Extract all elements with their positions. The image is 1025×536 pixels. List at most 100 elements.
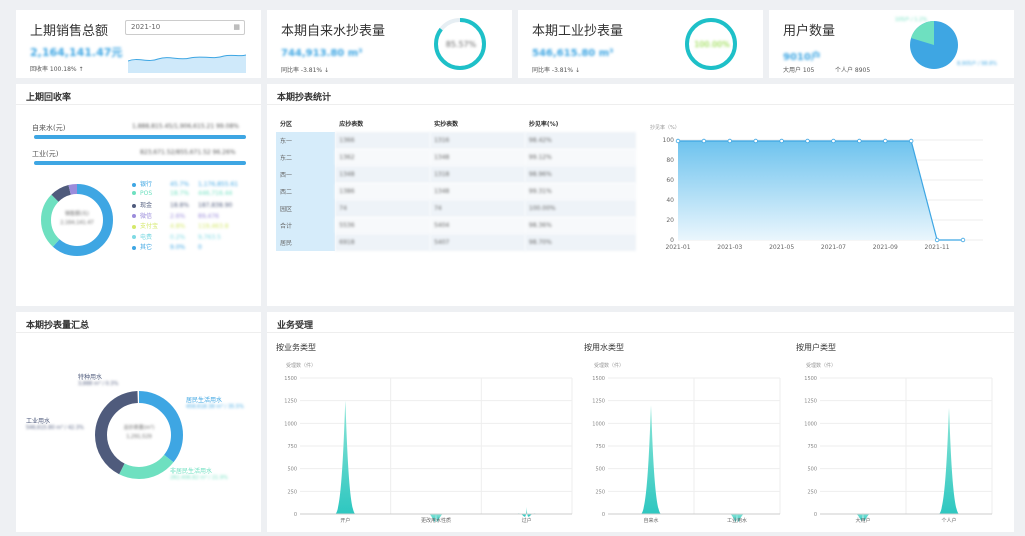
y-tick-label: 40 <box>666 197 674 204</box>
legend-item[interactable]: 现金 18.8% 187,838.90 <box>132 200 252 210</box>
area-peak[interactable] <box>335 400 356 514</box>
table-cell: 74 <box>430 200 525 217</box>
table-cell: 东一 <box>276 132 336 149</box>
y-tick-label: 1250 <box>804 399 817 405</box>
area-peak[interactable] <box>516 506 537 517</box>
legend-pct: 45.7% <box>170 181 190 188</box>
table-cell: 5404 <box>430 217 525 234</box>
y-tick-label: 0 <box>602 512 605 518</box>
table-cell: 98.96% <box>524 166 636 183</box>
business-chart-ylabel: 受理数（件） <box>806 363 837 369</box>
y-tick-label: 250 <box>807 489 817 495</box>
y-tick-label: 80 <box>666 157 674 164</box>
legend-item[interactable]: 微信 2.6% 89,476 <box>132 211 252 221</box>
x-tick-label: 2021-07 <box>821 244 846 251</box>
table-cell: 1348 <box>430 149 525 166</box>
legend-item[interactable]: 支付宝 4.8% 119,463.8 <box>132 221 252 231</box>
table-row[interactable]: 西一 1348 1318 98.96% <box>276 166 636 183</box>
month-picker-value: 2021-10 <box>131 23 161 31</box>
legend-item[interactable]: POS 18.7% 446,716.44 <box>132 190 252 200</box>
y-tick-label: 500 <box>287 467 297 473</box>
data-point[interactable] <box>701 138 707 144</box>
month-picker[interactable]: 2021-10 ▦ <box>125 20 245 35</box>
table-row[interactable]: 居民 6918 5407 98.70% <box>276 234 636 251</box>
recovery-title: 上期回收率 <box>26 93 72 103</box>
table-cell: 西二 <box>276 183 336 200</box>
kpi-users-value: 9010户 <box>783 52 821 63</box>
data-point[interactable] <box>805 138 810 144</box>
col-header: 分区 <box>280 120 293 128</box>
legend-dot <box>132 214 136 218</box>
kpi-industry-title: 本期工业抄表量 <box>532 24 624 39</box>
data-point[interactable] <box>675 138 681 144</box>
legend-name: 支付宝 <box>140 223 159 230</box>
legend-name: 现金 <box>140 202 153 209</box>
x-tick-label: 2021-01 <box>665 244 690 251</box>
summary-label: 特种用水 3,888 m³ / 0.3% <box>78 372 118 387</box>
y-tick-label: 1250 <box>592 399 605 405</box>
data-point[interactable] <box>779 138 784 144</box>
data-point[interactable] <box>908 138 914 144</box>
x-tick-label: 个人户 <box>941 517 956 524</box>
summary-label: 工业用水 546,615.80 m³ / 42.3% <box>26 416 84 431</box>
summary-label-value: 458,618.38 m³ / 35.5% <box>186 404 244 410</box>
table-cell: 1366 <box>335 132 431 149</box>
users-pie-label-small: 8,905户 / 98.8% <box>957 61 998 67</box>
table-row[interactable]: 东一 1366 1316 98.42% <box>276 132 636 149</box>
col-header: 应抄表数 <box>339 120 364 128</box>
data-point[interactable] <box>727 138 733 144</box>
y-tick-label: 0 <box>814 512 817 518</box>
table-row[interactable]: 西二 1386 1348 99.31% <box>276 183 636 200</box>
y-tick-label: 1000 <box>284 421 297 427</box>
data-point[interactable] <box>883 138 888 144</box>
area-peak[interactable] <box>641 405 661 514</box>
data-point[interactable] <box>857 138 862 144</box>
recovery-industry-label: 工业(元) <box>32 150 59 158</box>
recovery-industry-value: 823,671.52/855,671.52 96.26% <box>140 149 236 156</box>
kpi-water-title: 本期自来水抄表量 <box>281 24 386 39</box>
table-cell: 西一 <box>276 166 336 183</box>
legend-item[interactable]: 银行 45.7% 1,176,855.61 <box>132 179 252 189</box>
divider <box>16 332 261 333</box>
legend-amount: 89,476 <box>198 212 219 220</box>
table-cell: 1362 <box>335 149 431 166</box>
table-header: 分区 应抄表数 实抄表数 抄见率(%) <box>276 114 636 132</box>
legend-dot <box>132 224 136 229</box>
summary-label-name: 特种用水 <box>78 374 103 381</box>
summary-label: 居民生活用水 458,618.38 m³ / 35.5% <box>186 395 244 410</box>
legend-dot <box>132 235 136 239</box>
table-cell: 1318 <box>430 166 525 183</box>
y-tick-label: 1500 <box>284 376 297 382</box>
data-point[interactable] <box>831 138 836 144</box>
legend-dot <box>132 203 136 208</box>
kpi-industry-card: 本期工业抄表量 546,615.80 m³ 同比率 -3.81% ↓ 100.0… <box>518 10 763 78</box>
stats-area-chart: 100 80 60 40 20 02021-01 2021-03 2021-05 2021-07… <box>663 137 983 251</box>
y-tick-label: 250 <box>287 489 297 495</box>
col-header: 实抄表数 <box>434 120 459 128</box>
col-header: 抄见率(%) <box>528 120 559 128</box>
table-row[interactable]: 东二 1362 1348 99.12% <box>276 149 636 166</box>
table-cell: 6918 <box>335 234 431 251</box>
summary-label-name: 非居民生活用水 <box>170 468 213 475</box>
data-point[interactable] <box>960 237 966 243</box>
legend-item[interactable]: 电费 0.2% 9,763.5 <box>132 232 252 242</box>
legend-item[interactable]: 其它 9.0% 0 <box>132 242 252 252</box>
table-cell: 99.12% <box>524 149 636 166</box>
summary-center-title: 总抄表量(m³) <box>123 425 155 431</box>
summary-title: 本期抄表量汇总 <box>26 321 90 331</box>
x-tick-label: 大用户 <box>855 517 870 524</box>
legend-dot <box>132 182 136 187</box>
table-row[interactable]: 园区 74 74 100.00% <box>276 200 636 217</box>
data-point[interactable] <box>753 138 758 144</box>
table-cell: 1348 <box>430 183 525 200</box>
y-tick-label: 750 <box>595 444 605 450</box>
data-point[interactable] <box>934 237 940 243</box>
recovery-donut-center-title: 销售额(元) <box>65 211 89 217</box>
table-row[interactable]: 合计 5536 5404 98.36% <box>276 217 636 234</box>
legend-amount: 119,463.8 <box>198 223 229 230</box>
business-area-chart: 1500 1250 1000 750 500 250 0 开户 更改用水性质 过户 <box>284 376 573 524</box>
table-cell: 98.36% <box>524 217 636 234</box>
divider <box>267 104 1014 105</box>
legend-amount: 1,176,855.61 <box>198 181 239 188</box>
kpi-users-big: 大用户 105 <box>783 67 815 74</box>
